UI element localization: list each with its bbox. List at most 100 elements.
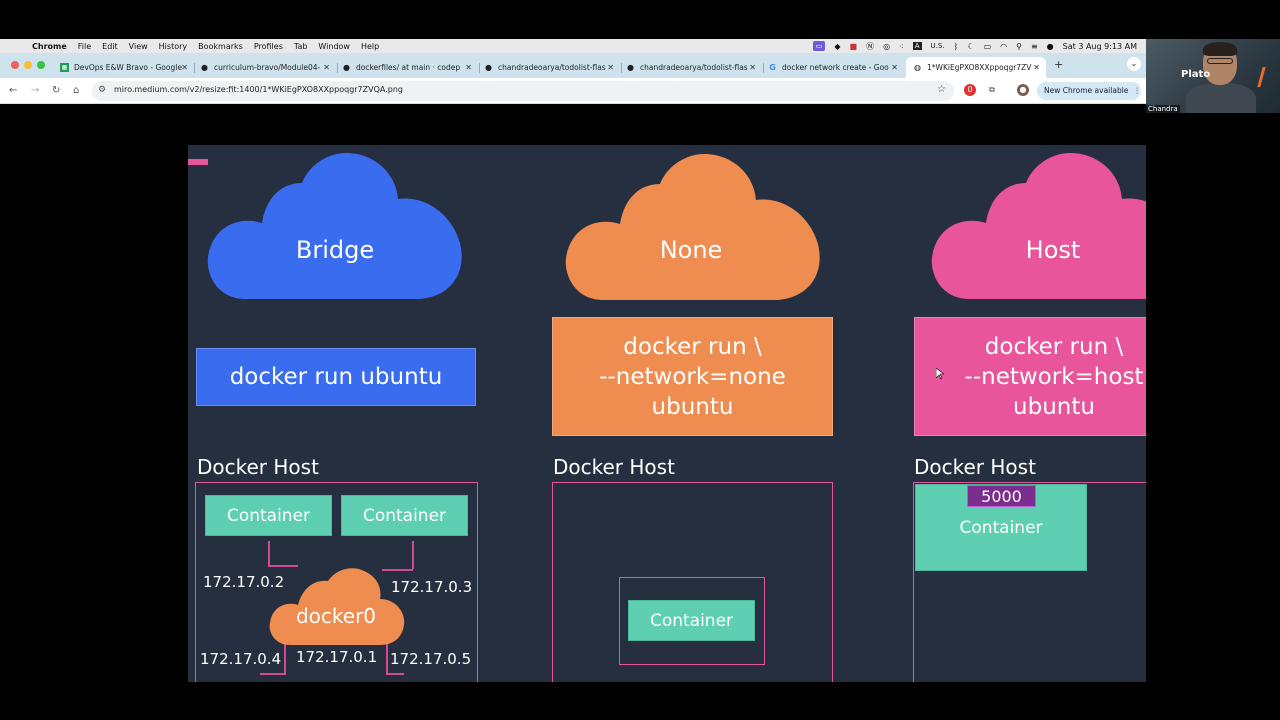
moon-icon[interactable]: ☾ xyxy=(967,42,974,51)
dots-icon[interactable]: ⁖ xyxy=(899,42,904,51)
reload-icon[interactable]: ↻ xyxy=(52,85,60,96)
profile-avatar-icon[interactable]: ● xyxy=(1017,84,1029,96)
mouse-cursor-icon xyxy=(936,368,944,380)
ip-label: 172.17.0.1 xyxy=(296,648,378,666)
none-cloud-label: None xyxy=(659,236,723,264)
siri-icon[interactable]: ● xyxy=(1047,42,1054,51)
menu-edit[interactable]: Edit xyxy=(102,42,118,51)
tab-active[interactable]: ◍ 1*WKiEgPXO8XXppoqgr7ZV ✕ xyxy=(906,57,1046,78)
connector-line xyxy=(268,541,270,565)
chevron-down-icon[interactable]: ⌄ xyxy=(1127,57,1141,71)
google-icon: G xyxy=(769,63,776,72)
menu-bar-status-area: ▭ ◆ ■ Ⓝ ◎ ⁖ A U.S. ᛒ ☾ ▭ ◠ ⚲ ≡ ● Sat 3 A… xyxy=(812,41,1146,52)
presenter-hair xyxy=(1203,42,1237,56)
host-port-badge: 5000 xyxy=(967,485,1036,507)
notion-icon[interactable]: Ⓝ xyxy=(866,41,874,52)
new-tab-icon[interactable]: + xyxy=(1054,58,1063,71)
minimize-window-icon[interactable] xyxy=(24,61,32,69)
ring-icon[interactable]: ◎ xyxy=(883,42,890,51)
home-icon[interactable]: ⌂ xyxy=(73,85,79,96)
more-vert-icon: ⋮ xyxy=(1133,86,1141,95)
connector-line xyxy=(412,541,414,569)
github-icon: ● xyxy=(627,63,634,72)
extension-icon[interactable]: 0 xyxy=(964,84,976,96)
record-icon[interactable]: ■ xyxy=(850,42,858,51)
menu-window[interactable]: Window xyxy=(318,42,350,51)
bridge-command-box: docker run ubuntu xyxy=(196,348,476,406)
host-container-label: Container xyxy=(959,518,1043,538)
input-source-icon[interactable]: A xyxy=(912,42,922,50)
tab-4[interactable]: ● chandradeoarya/todolist-flas ✕ xyxy=(484,57,616,78)
browser-toolbar: ← → ↻ ⌂ ⚙ miro.medium.com/v2/resize:fit:… xyxy=(0,78,1146,104)
menu-file[interactable]: File xyxy=(78,42,91,51)
tab-1[interactable]: ▦ DevOps E&W Bravo - Google ✕ xyxy=(58,57,190,78)
site-info-icon[interactable]: ⚙ xyxy=(98,85,106,95)
globe-icon: ◍ xyxy=(914,63,921,72)
tab-3[interactable]: ● dockerfiles/ at main · codep ✕ xyxy=(342,57,474,78)
none-container: Container xyxy=(628,600,755,641)
menu-view[interactable]: View xyxy=(129,42,148,51)
clock[interactable]: Sat 3 Aug 9:13 AM xyxy=(1063,42,1137,51)
accent-bar xyxy=(188,159,208,165)
close-tab-icon[interactable]: ✕ xyxy=(891,63,898,72)
url-text[interactable]: miro.medium.com/v2/resize:fit:1400/1*WKi… xyxy=(114,85,403,94)
tab-5[interactable]: ● chandradeoarya/todolist-flas ✕ xyxy=(626,57,758,78)
none-host-label: Docker Host xyxy=(553,455,675,479)
maximize-window-icon[interactable] xyxy=(37,61,45,69)
screen: Chrome File Edit View History Bookmarks … xyxy=(0,0,1280,720)
host-cloud-label: Host xyxy=(1025,236,1081,264)
bluetooth-icon[interactable]: ᛒ xyxy=(954,42,959,51)
wifi-icon[interactable]: ◠ xyxy=(1000,42,1007,51)
bridge-container-1: Container xyxy=(205,495,332,536)
webcam-logo: Plato xyxy=(1181,69,1211,80)
tab-2[interactable]: ● curriculum-bravo/Module04- ✕ xyxy=(200,57,332,78)
menu-chrome[interactable]: Chrome xyxy=(32,42,67,51)
ip-label: 172.17.0.4 xyxy=(200,650,282,668)
input-source-label[interactable]: U.S. xyxy=(931,42,945,50)
close-tab-icon[interactable]: ✕ xyxy=(323,63,330,72)
menu-profiles[interactable]: Profiles xyxy=(254,42,283,51)
bridge-container-2: Container xyxy=(341,495,468,536)
bookmark-star-icon[interactable]: ☆ xyxy=(937,84,946,95)
connector-line xyxy=(386,673,404,675)
menu-bookmarks[interactable]: Bookmarks xyxy=(198,42,243,51)
forward-icon[interactable]: → xyxy=(31,85,39,96)
ip-label: 172.17.0.5 xyxy=(390,650,472,668)
screen-share-icon[interactable]: ▭ xyxy=(812,41,826,51)
close-tab-icon[interactable]: ✕ xyxy=(607,63,614,72)
puzzle-icon[interactable]: ⧉ xyxy=(986,84,998,96)
host-cloud-shape xyxy=(931,153,1146,299)
control-center-icon[interactable]: ≡ xyxy=(1031,42,1038,51)
github-icon: ● xyxy=(485,63,492,72)
ip-label: 172.17.0.2 xyxy=(203,573,285,591)
docker-icon[interactable]: ◆ xyxy=(834,42,840,51)
docker0-label: docker0 xyxy=(295,604,377,628)
battery-icon[interactable]: ▭ xyxy=(984,42,992,51)
macos-menu-bar: Chrome File Edit View History Bookmarks … xyxy=(0,39,1146,53)
menu-help[interactable]: Help xyxy=(361,42,379,51)
ip-label: 172.17.0.3 xyxy=(391,578,473,596)
github-icon: ● xyxy=(343,63,350,72)
close-tab-icon[interactable]: ✕ xyxy=(1033,63,1040,72)
sheets-icon: ▦ xyxy=(60,63,69,72)
connector-line xyxy=(260,673,285,675)
bridge-cloud-shape xyxy=(207,153,462,299)
presenter-body xyxy=(1186,83,1256,113)
close-tab-icon[interactable]: ✕ xyxy=(465,63,472,72)
close-window-icon[interactable] xyxy=(11,61,19,69)
host-command-box: docker run \ --network=host ubuntu xyxy=(914,317,1146,436)
new-chrome-available-button[interactable]: New Chrome available ⋮ xyxy=(1037,82,1141,100)
back-icon[interactable]: ← xyxy=(9,85,17,96)
presenter-name: Chandra xyxy=(1146,105,1180,113)
close-tab-icon[interactable]: ✕ xyxy=(181,63,188,72)
menu-tab[interactable]: Tab xyxy=(294,42,308,51)
search-icon[interactable]: ⚲ xyxy=(1016,42,1022,51)
github-icon: ● xyxy=(201,63,208,72)
presenter-glasses xyxy=(1207,58,1233,64)
webcam-logo-accent xyxy=(1257,67,1273,87)
tab-6[interactable]: G docker network create - Goo ✕ xyxy=(768,57,900,78)
close-tab-icon[interactable]: ✕ xyxy=(749,63,756,72)
menu-history[interactable]: History xyxy=(159,42,187,51)
browser-tab-strip: ▦ DevOps E&W Bravo - Google ✕ ● curricul… xyxy=(0,53,1146,78)
address-bar[interactable]: ⚙ miro.medium.com/v2/resize:fit:1400/1*W… xyxy=(92,81,954,101)
